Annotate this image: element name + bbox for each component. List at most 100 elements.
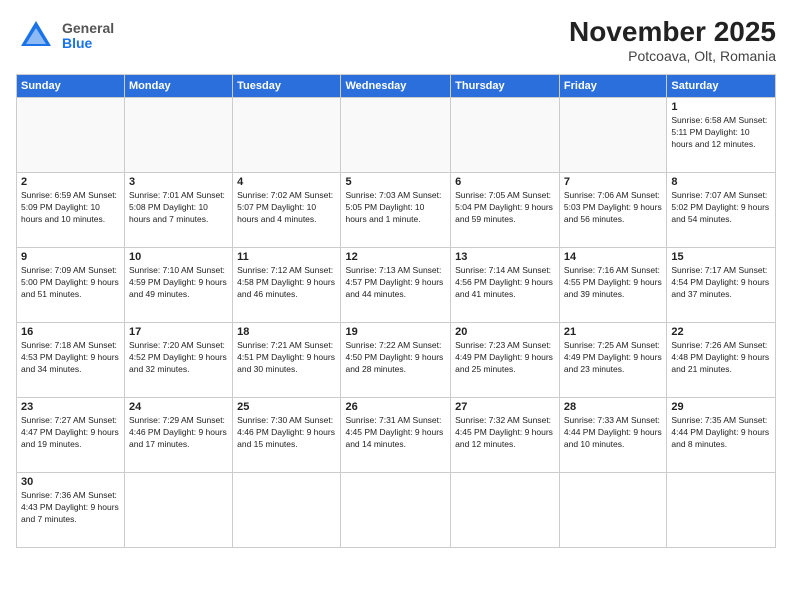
calendar-week-0: 1Sunrise: 6:58 AM Sunset: 5:11 PM Daylig… (17, 98, 776, 173)
calendar-cell: 24Sunrise: 7:29 AM Sunset: 4:46 PM Dayli… (125, 398, 233, 473)
cell-info: Sunrise: 7:09 AM Sunset: 5:00 PM Dayligh… (21, 265, 120, 301)
cell-info: Sunrise: 7:13 AM Sunset: 4:57 PM Dayligh… (345, 265, 446, 301)
calendar-cell: 25 Sunrise: 7:30 AM Sunset: 4:46 PM Dayli… (233, 398, 341, 473)
calendar-header-row: Sunday Monday Tuesday Wednesday Thursday… (17, 75, 776, 98)
calendar-cell: 20 Sunrise: 7:23 AM Sunset: 4:49 PM Dayli… (451, 323, 560, 398)
cell-info: Sunrise: 6:58 AM Sunset: 5:11 PM Dayligh… (671, 115, 771, 151)
cell-date: 6 (455, 176, 555, 188)
logo-text: General Blue (62, 21, 114, 52)
cell-info: Sunrise: 7:05 AM Sunset: 5:04 PM Dayligh… (455, 190, 555, 226)
calendar-cell: 13 Sunrise: 7:14 AM Sunset: 4:56 PM Dayli… (451, 248, 560, 323)
calendar-cell: 4 Sunrise: 7:02 AM Sunset: 5:07 PM Daylig… (233, 173, 341, 248)
calendar-cell: 27 Sunrise: 7:32 AM Sunset: 4:45 PM Dayli… (451, 398, 560, 473)
cell-date: 22 (671, 326, 771, 338)
location: Potcoava, Olt, Romania (569, 48, 776, 64)
calendar-cell (17, 98, 125, 173)
calendar-cell: 14 Sunrise: 7:16 AM Sunset: 4:55 PM Dayli… (559, 248, 666, 323)
calendar-cell (341, 98, 451, 173)
calendar-cell (451, 473, 560, 548)
cell-date: 17 (129, 326, 228, 338)
cell-info: Sunrise: 7:33 AM Sunset: 4:44 PM Dayligh… (564, 415, 662, 451)
calendar-cell: 15 Sunrise: 7:17 AM Sunset: 4:54 PM Dayli… (667, 248, 776, 323)
cell-date: 18 (237, 326, 336, 338)
calendar-week-5: 30Sunrise: 7:36 AM Sunset: 4:43 PM Dayli… (17, 473, 776, 548)
cell-info: Sunrise: 7:16 AM Sunset: 4:55 PM Dayligh… (564, 265, 662, 301)
col-thursday: Thursday (451, 75, 560, 98)
calendar-cell: 11Sunrise: 7:12 AM Sunset: 4:58 PM Dayli… (233, 248, 341, 323)
cell-date: 5 (345, 176, 446, 188)
cell-info: Sunrise: 7:14 AM Sunset: 4:56 PM Dayligh… (455, 265, 555, 301)
logo: General Blue (16, 16, 114, 56)
cell-date: 13 (455, 251, 555, 263)
cell-info: Sunrise: 7:23 AM Sunset: 4:49 PM Dayligh… (455, 340, 555, 376)
cell-info: Sunrise: 7:18 AM Sunset: 4:53 PM Dayligh… (21, 340, 120, 376)
cell-info: Sunrise: 6:59 AM Sunset: 5:09 PM Dayligh… (21, 190, 120, 226)
calendar-cell (125, 473, 233, 548)
calendar-cell: 9 Sunrise: 7:09 AM Sunset: 5:00 PM Daylig… (17, 248, 125, 323)
page: General Blue November 2025 Potcoava, Olt… (0, 0, 792, 612)
calendar-cell: 30Sunrise: 7:36 AM Sunset: 4:43 PM Dayli… (17, 473, 125, 548)
cell-date: 24 (129, 401, 228, 413)
cell-info: Sunrise: 7:32 AM Sunset: 4:45 PM Dayligh… (455, 415, 555, 451)
calendar-cell: 1Sunrise: 6:58 AM Sunset: 5:11 PM Daylig… (667, 98, 776, 173)
calendar-cell (559, 473, 666, 548)
cell-info: Sunrise: 7:17 AM Sunset: 4:54 PM Dayligh… (671, 265, 771, 301)
calendar-week-1: 2Sunrise: 6:59 AM Sunset: 5:09 PM Daylig… (17, 173, 776, 248)
cell-date: 16 (21, 326, 120, 338)
cell-date: 8 (671, 176, 771, 188)
col-tuesday: Tuesday (233, 75, 341, 98)
calendar-cell: 23 Sunrise: 7:27 AM Sunset: 4:47 PM Dayli… (17, 398, 125, 473)
calendar-cell: 7 Sunrise: 7:06 AM Sunset: 5:03 PM Daylig… (559, 173, 666, 248)
cell-info: Sunrise: 7:31 AM Sunset: 4:45 PM Dayligh… (345, 415, 446, 451)
calendar-cell: 28 Sunrise: 7:33 AM Sunset: 4:44 PM Dayli… (559, 398, 666, 473)
calendar-cell: 26 Sunrise: 7:31 AM Sunset: 4:45 PM Dayli… (341, 398, 451, 473)
cell-date: 9 (21, 251, 120, 263)
cell-date: 25 (237, 401, 336, 413)
calendar-cell (559, 98, 666, 173)
calendar-cell: 21Sunrise: 7:25 AM Sunset: 4:49 PM Dayli… (559, 323, 666, 398)
cell-date: 23 (21, 401, 120, 413)
cell-date: 21 (564, 326, 662, 338)
calendar-cell (233, 98, 341, 173)
cell-date: 20 (455, 326, 555, 338)
col-sunday: Sunday (17, 75, 125, 98)
calendar-cell (125, 98, 233, 173)
cell-date: 27 (455, 401, 555, 413)
cell-date: 15 (671, 251, 771, 263)
cell-info: Sunrise: 7:02 AM Sunset: 5:07 PM Dayligh… (237, 190, 336, 226)
calendar-cell: 3Sunrise: 7:01 AM Sunset: 5:08 PM Daylig… (125, 173, 233, 248)
cell-info: Sunrise: 7:26 AM Sunset: 4:48 PM Dayligh… (671, 340, 771, 376)
calendar-cell: 5 Sunrise: 7:03 AM Sunset: 5:05 PM Daylig… (341, 173, 451, 248)
calendar-cell: 22 Sunrise: 7:26 AM Sunset: 4:48 PM Dayli… (667, 323, 776, 398)
title-block: November 2025 Potcoava, Olt, Romania (569, 16, 776, 64)
cell-date: 29 (671, 401, 771, 413)
cell-date: 7 (564, 176, 662, 188)
month-title: November 2025 (569, 16, 776, 48)
calendar-cell: 19Sunrise: 7:22 AM Sunset: 4:50 PM Dayli… (341, 323, 451, 398)
calendar-cell (667, 473, 776, 548)
cell-info: Sunrise: 7:06 AM Sunset: 5:03 PM Dayligh… (564, 190, 662, 226)
cell-date: 14 (564, 251, 662, 263)
calendar-week-4: 23 Sunrise: 7:27 AM Sunset: 4:47 PM Dayli… (17, 398, 776, 473)
header: General Blue November 2025 Potcoava, Olt… (16, 16, 776, 64)
cell-info: Sunrise: 7:22 AM Sunset: 4:50 PM Dayligh… (345, 340, 446, 376)
calendar-cell: 8 Sunrise: 7:07 AM Sunset: 5:02 PM Daylig… (667, 173, 776, 248)
col-saturday: Saturday (667, 75, 776, 98)
calendar-cell: 12Sunrise: 7:13 AM Sunset: 4:57 PM Dayli… (341, 248, 451, 323)
calendar-cell: 18Sunrise: 7:21 AM Sunset: 4:51 PM Dayli… (233, 323, 341, 398)
cell-date: 28 (564, 401, 662, 413)
calendar-cell (451, 98, 560, 173)
cell-date: 4 (237, 176, 336, 188)
cell-info: Sunrise: 7:07 AM Sunset: 5:02 PM Dayligh… (671, 190, 771, 226)
cell-info: Sunrise: 7:35 AM Sunset: 4:44 PM Dayligh… (671, 415, 771, 451)
cell-date: 3 (129, 176, 228, 188)
cell-info: Sunrise: 7:30 AM Sunset: 4:46 PM Dayligh… (237, 415, 336, 451)
cell-date: 11 (237, 251, 336, 263)
calendar-cell: 17Sunrise: 7:20 AM Sunset: 4:52 PM Dayli… (125, 323, 233, 398)
calendar-cell (341, 473, 451, 548)
cell-info: Sunrise: 7:03 AM Sunset: 5:05 PM Dayligh… (345, 190, 446, 226)
col-monday: Monday (125, 75, 233, 98)
cell-info: Sunrise: 7:27 AM Sunset: 4:47 PM Dayligh… (21, 415, 120, 451)
calendar-cell (233, 473, 341, 548)
cell-date: 26 (345, 401, 446, 413)
